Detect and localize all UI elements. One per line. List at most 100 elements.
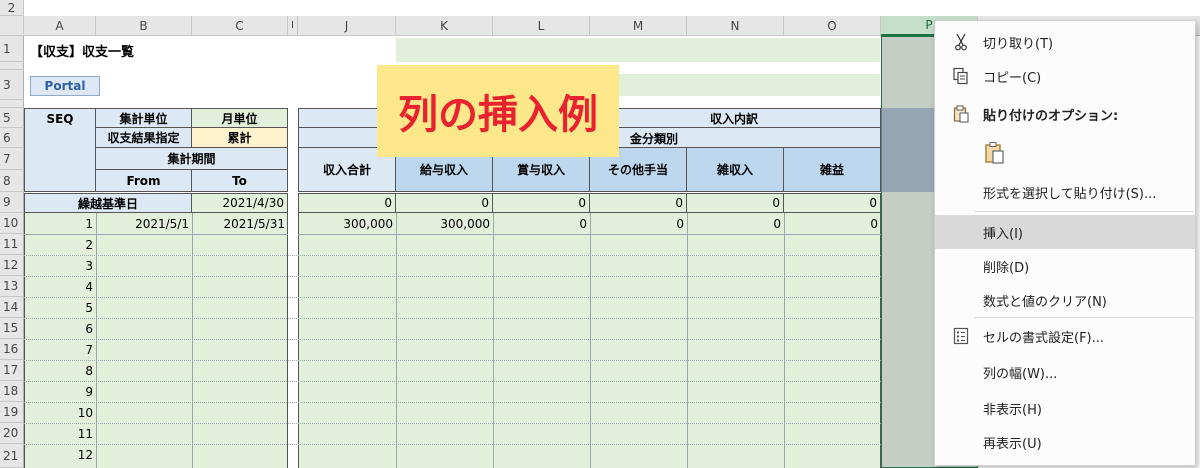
unit-label: 集計単位 — [96, 108, 192, 128]
row-line — [24, 297, 881, 298]
menu-hide-label: 非表示(H) — [983, 402, 1042, 418]
row-header[interactable]: 1 — [0, 36, 24, 62]
row-header[interactable]: 20 — [0, 423, 24, 444]
menu-format-cells[interactable]: セルの書式設定(F)... — [935, 323, 1195, 349]
row-header[interactable] — [0, 100, 24, 108]
portal-button[interactable]: Portal — [30, 76, 100, 96]
row-header[interactable]: 10 — [0, 213, 24, 234]
col-header-a[interactable]: A — [24, 16, 96, 36]
row1-to: 2021/5/31 — [223, 216, 285, 231]
col-header-b[interactable]: B — [96, 16, 192, 36]
row-line — [24, 360, 881, 361]
row-header[interactable]: 9 — [0, 192, 24, 213]
row-header[interactable]: 8 — [0, 170, 24, 192]
carry-label: 繰越基準日 — [24, 193, 192, 213]
paste-option-button[interactable] — [981, 139, 1009, 167]
row-header[interactable]: 21 — [0, 444, 24, 468]
outline-level-button[interactable]: 2 — [0, 0, 24, 16]
row-line — [24, 402, 881, 403]
col-header-c[interactable]: C — [192, 16, 288, 36]
row-header[interactable]: 14 — [0, 297, 24, 318]
row-header[interactable]: 13 — [0, 276, 24, 297]
menu-delete[interactable]: 削除(D) — [935, 253, 1195, 279]
seq-number: 7 — [85, 342, 93, 357]
menu-paste-options-label: 貼り付けのオプション: — [983, 108, 1119, 124]
row-header[interactable]: 15 — [0, 318, 24, 339]
menu-format-cells-label: セルの書式設定(F)... — [983, 330, 1105, 346]
col-header-i[interactable]: I — [288, 16, 298, 36]
col-header-n[interactable]: N — [687, 16, 784, 36]
row-header[interactable]: 16 — [0, 339, 24, 360]
seq-number: 11 — [77, 426, 93, 441]
row-header[interactable] — [0, 62, 24, 70]
menu-separator — [975, 211, 1193, 212]
seq-number: 2 — [85, 237, 93, 252]
row-header[interactable]: 5 — [0, 108, 24, 128]
seq-number: 12 — [77, 447, 93, 462]
row-line — [24, 381, 881, 382]
row-header[interactable]: 12 — [0, 255, 24, 276]
row-header[interactable]: 7 — [0, 148, 24, 170]
row-header[interactable]: 19 — [0, 402, 24, 423]
row1-from: 2021/5/1 — [135, 216, 189, 231]
menu-unhide[interactable]: 再表示(U) — [935, 429, 1195, 455]
unit-value: 月単位 — [192, 108, 288, 128]
menu-unhide-label: 再表示(U) — [983, 436, 1042, 452]
annotation-banner: 列の挿入例 — [377, 65, 619, 157]
from-label: From — [96, 170, 192, 192]
col-misc-gain: 雑益 — [784, 148, 881, 192]
col-line — [396, 213, 397, 468]
menu-paste-special-label: 形式を選択して貼り付け(S)... — [983, 186, 1157, 202]
col-header-j[interactable]: J — [298, 16, 396, 36]
row-line — [24, 318, 881, 319]
row-header[interactable]: 11 — [0, 234, 24, 255]
row-header[interactable]: 3 — [0, 70, 24, 100]
select-all-corner[interactable] — [0, 16, 24, 36]
col-header-k[interactable]: K — [396, 16, 493, 36]
menu-cut[interactable]: 切り取り(T) — [935, 29, 1195, 55]
row-header[interactable]: 18 — [0, 381, 24, 402]
period-label: 集計期間 — [96, 148, 288, 170]
row1-salary: 300,000 — [440, 216, 490, 231]
seq-number: 8 — [85, 363, 93, 378]
menu-paste-options-heading: 貼り付けのオプション: — [935, 101, 1195, 127]
col-line — [784, 213, 785, 468]
menu-insert[interactable]: 挿入(I) — [935, 215, 1195, 249]
to-label: To — [192, 170, 288, 192]
menu-column-width-label: 列の幅(W)... — [983, 366, 1058, 382]
seq-number: 3 — [85, 258, 93, 273]
col-header-m[interactable]: M — [590, 16, 687, 36]
fill-band — [396, 38, 880, 62]
seq-header: SEQ — [24, 108, 96, 192]
col-line — [192, 213, 193, 468]
col-header-o[interactable]: O — [784, 16, 881, 36]
menu-column-width[interactable]: 列の幅(W)... — [935, 359, 1195, 385]
seq-number: 5 — [85, 300, 93, 315]
sheet-title: 【収支】収支一覧 — [30, 44, 135, 60]
menu-copy[interactable]: コピー(C) — [935, 63, 1195, 89]
row1-total: 300,000 — [343, 216, 393, 231]
row-line — [24, 423, 881, 424]
carry-date: 2021/4/30 — [192, 193, 288, 213]
menu-separator — [975, 317, 1193, 318]
menu-clear[interactable]: 数式と値のクリア(N) — [935, 287, 1195, 313]
carry-cell: 0 — [298, 193, 396, 213]
menu-hide[interactable]: 非表示(H) — [935, 395, 1195, 421]
row-line — [24, 444, 881, 445]
row-header[interactable]: 17 — [0, 360, 24, 381]
carry-cell: 0 — [687, 193, 784, 213]
row-header-bar: 1 3 5 6 7 8 9 10 11 12 13 14 15 16 17 18… — [0, 36, 24, 468]
col-line — [96, 213, 97, 468]
row-header[interactable]: 6 — [0, 128, 24, 148]
carry-cell: 0 — [590, 193, 687, 213]
scissors-icon — [951, 32, 971, 52]
carry-cell: 0 — [396, 193, 493, 213]
row1-cell: 0 — [676, 216, 684, 231]
row-line — [24, 276, 881, 277]
menu-copy-label: コピー(C) — [983, 70, 1042, 86]
seq-number: 10 — [77, 405, 93, 420]
format-cells-icon — [951, 326, 971, 346]
copy-icon — [951, 66, 971, 86]
menu-paste-special[interactable]: 形式を選択して貼り付け(S)... — [935, 179, 1195, 205]
col-header-l[interactable]: L — [493, 16, 590, 36]
